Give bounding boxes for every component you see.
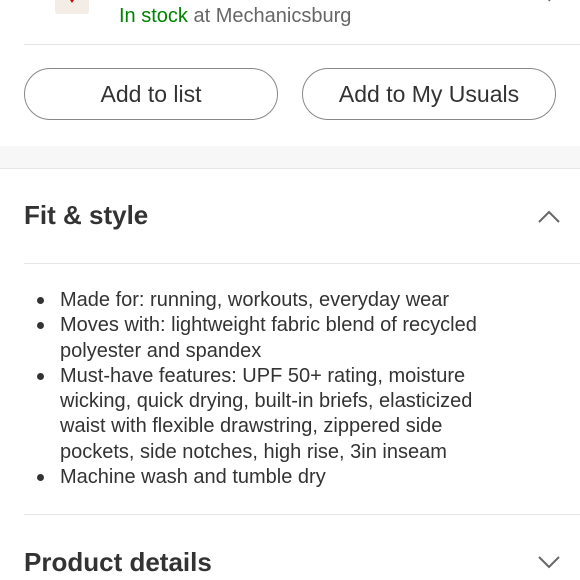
chevron-down-icon[interactable] xyxy=(537,555,561,569)
divider xyxy=(24,44,580,45)
list-item: Machine wash and tumble dry xyxy=(34,465,514,490)
add-to-my-usuals-button[interactable]: Add to My Usuals xyxy=(302,68,556,120)
add-to-list-button[interactable]: Add to list xyxy=(24,68,278,120)
fit-style-title: Fit & style xyxy=(24,200,149,230)
bullet-icon xyxy=(37,474,44,482)
list-item: Made for: running, workouts, everyday we… xyxy=(34,288,514,313)
fit-style-bullet-list: Made for: running, workouts, everyday we… xyxy=(34,288,514,490)
stock-status: In stock at Mechanicsburg xyxy=(119,5,351,27)
store-pin-icon xyxy=(55,0,89,14)
list-item: Moves with: lightweight fabric blend of … xyxy=(34,313,514,364)
fit-style-accordion-header[interactable]: Fit & style xyxy=(0,188,580,248)
store-availability-row[interactable]: In stock at Mechanicsburg xyxy=(0,0,580,44)
bullet-icon xyxy=(37,372,44,380)
divider xyxy=(24,514,580,515)
divider xyxy=(24,263,580,264)
section-separator xyxy=(0,146,580,169)
bullet-icon xyxy=(37,322,44,330)
bullet-icon xyxy=(37,297,44,304)
list-item: Must-have features: UPF 50+ rating, mois… xyxy=(34,364,514,465)
product-details-title: Product details xyxy=(24,547,212,577)
store-location: at Mechanicsburg xyxy=(193,5,352,27)
in-stock-label: In stock xyxy=(119,5,188,27)
chevron-right-icon[interactable] xyxy=(543,0,553,6)
product-page: In stock at Mechanicsburg Add to list Ad… xyxy=(0,0,580,580)
chevron-up-icon[interactable] xyxy=(537,210,561,224)
product-details-accordion-header[interactable]: Product details xyxy=(0,535,580,580)
